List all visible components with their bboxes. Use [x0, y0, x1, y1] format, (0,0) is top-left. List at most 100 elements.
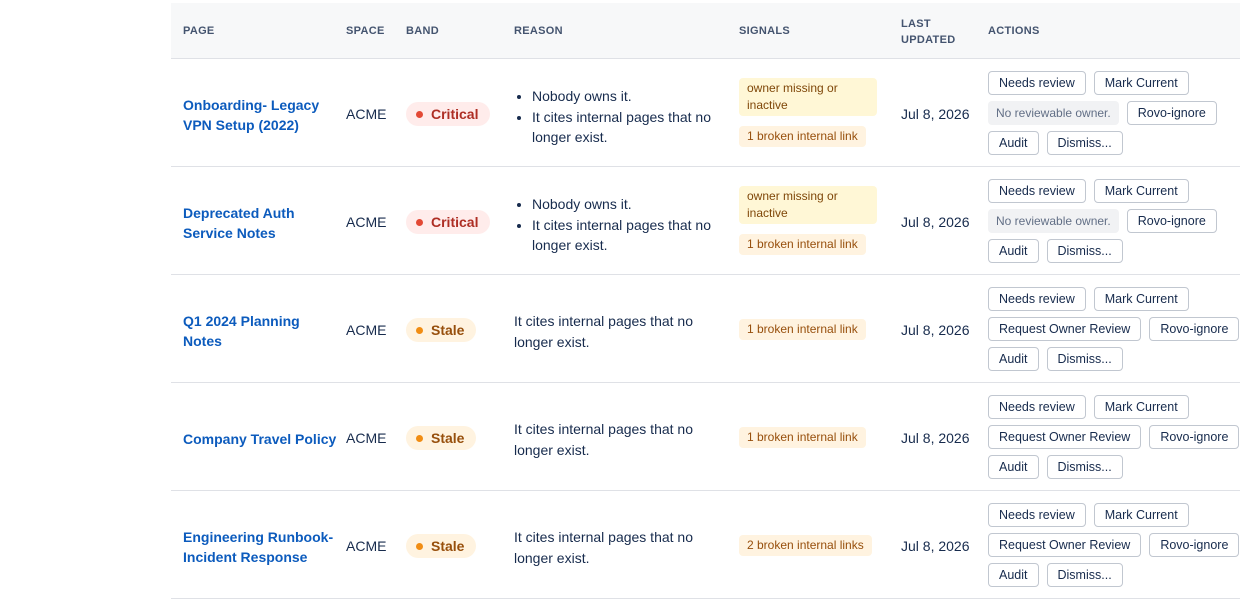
- table-row: Deprecated Auth Service Notes ACME Criti…: [171, 167, 1240, 275]
- table-row: Onboarding- Legacy VPN Setup (2022) ACME…: [171, 59, 1240, 167]
- page-title-line2: Incident Response: [183, 549, 308, 565]
- column-header-last-updated[interactable]: LAST UPDATED: [901, 16, 955, 48]
- table-header: PAGE SPACE BAND REASON SIGNALS LAST UPDA…: [171, 3, 1240, 59]
- page-title-line2: Service Notes: [183, 225, 276, 241]
- page-link[interactable]: Company Travel Policy: [183, 429, 343, 449]
- page-title-line1: Q1 2024 Planning: [183, 313, 300, 329]
- signal-broken-links: 1 broken internal link: [739, 427, 866, 448]
- actions-cell: Needs review Mark Current Request Owner …: [988, 503, 1240, 593]
- signal-owner-missing: owner missing or inactive: [739, 186, 877, 224]
- space-cell: ACME: [346, 538, 387, 554]
- column-header-reason[interactable]: REASON: [514, 25, 563, 37]
- column-header-last-updated-line1: LAST: [901, 18, 931, 30]
- mark-current-button[interactable]: Mark Current: [1093, 71, 1189, 95]
- audit-button[interactable]: Audit: [988, 347, 1039, 371]
- space-cell: ACME: [346, 322, 387, 338]
- needs-review-button[interactable]: Needs review: [988, 287, 1086, 311]
- page-link[interactable]: Engineering Runbook- Incident Response: [183, 527, 343, 567]
- signal-broken-links: 1 broken internal link: [739, 319, 866, 340]
- reason-item: It cites internal pages that no longer e…: [532, 107, 724, 148]
- request-owner-review-button[interactable]: Request Owner Review: [988, 533, 1142, 557]
- audit-button[interactable]: Audit: [988, 455, 1039, 479]
- signals-cell: 1 broken internal link: [739, 319, 881, 350]
- mark-current-button[interactable]: Mark Current: [1093, 395, 1189, 419]
- band-badge-stale: Stale: [406, 426, 477, 450]
- rovo-ignore-button[interactable]: Rovo-ignore: [1149, 533, 1240, 557]
- needs-review-button[interactable]: Needs review: [988, 179, 1086, 203]
- request-owner-review-button[interactable]: Request Owner Review: [988, 425, 1142, 449]
- page-title-line1: Engineering Runbook-: [183, 529, 334, 545]
- page-link[interactable]: Q1 2024 Planning Notes: [183, 311, 333, 351]
- audit-button[interactable]: Audit: [988, 563, 1039, 587]
- band-label: Critical: [431, 214, 479, 230]
- needs-review-button[interactable]: Needs review: [988, 395, 1086, 419]
- no-reviewable-owner-note: No reviewable owner.: [988, 101, 1119, 125]
- reason-cell: It cites internal pages that no longer e…: [514, 529, 693, 566]
- mark-current-button[interactable]: Mark Current: [1093, 179, 1189, 203]
- signals-cell: 1 broken internal link: [739, 427, 881, 458]
- actions-cell: Needs review Mark Current No reviewable …: [988, 71, 1240, 161]
- actions-cell: Needs review Mark Current No reviewable …: [988, 179, 1240, 269]
- rovo-ignore-button[interactable]: Rovo-ignore: [1126, 209, 1217, 233]
- rovo-ignore-button[interactable]: Rovo-ignore: [1126, 101, 1217, 125]
- column-header-actions: ACTIONS: [988, 25, 1040, 37]
- needs-review-button[interactable]: Needs review: [988, 503, 1086, 527]
- dismiss-button[interactable]: Dismiss...: [1046, 455, 1123, 479]
- reason-cell: Nobody owns it. It cites internal pages …: [514, 194, 724, 256]
- reason-cell: It cites internal pages that no longer e…: [514, 313, 693, 350]
- audit-button[interactable]: Audit: [988, 131, 1039, 155]
- signal-broken-links: 1 broken internal link: [739, 234, 866, 255]
- band-badge-critical: Critical: [406, 210, 491, 234]
- reason-cell: Nobody owns it. It cites internal pages …: [514, 86, 724, 148]
- band-label: Stale: [431, 430, 465, 446]
- last-updated-cell: Jul 8, 2026: [901, 430, 970, 446]
- dismiss-button[interactable]: Dismiss...: [1046, 239, 1123, 263]
- reason-item: Nobody owns it.: [532, 194, 724, 215]
- stale-pages-table: PAGE SPACE BAND REASON SIGNALS LAST UPDA…: [171, 3, 1240, 599]
- status-dot-icon: [416, 542, 423, 550]
- audit-button[interactable]: Audit: [988, 239, 1039, 263]
- page-title-line2: Notes: [183, 333, 222, 349]
- reason-list: Nobody owns it. It cites internal pages …: [514, 86, 724, 148]
- page-title-line1: Company Travel Policy: [183, 431, 337, 447]
- column-header-page[interactable]: PAGE: [183, 25, 215, 37]
- band-label: Stale: [431, 538, 465, 554]
- mark-current-button[interactable]: Mark Current: [1093, 287, 1189, 311]
- status-dot-icon: [416, 218, 423, 226]
- actions-cell: Needs review Mark Current Request Owner …: [988, 395, 1240, 485]
- table-row: Company Travel Policy ACME Stale It cite…: [171, 383, 1240, 491]
- page-title-line2: VPN Setup (2022): [183, 117, 299, 133]
- last-updated-cell: Jul 8, 2026: [901, 214, 970, 230]
- rovo-ignore-button[interactable]: Rovo-ignore: [1149, 425, 1240, 449]
- column-header-signals[interactable]: SIGNALS: [739, 25, 790, 37]
- band-label: Stale: [431, 322, 465, 338]
- request-owner-review-button[interactable]: Request Owner Review: [988, 317, 1142, 341]
- page-title-line1: Onboarding- Legacy: [183, 97, 320, 113]
- dismiss-button[interactable]: Dismiss...: [1046, 563, 1123, 587]
- reason-item: It cites internal pages that no longer e…: [532, 215, 724, 256]
- mark-current-button[interactable]: Mark Current: [1093, 503, 1189, 527]
- page-link[interactable]: Onboarding- Legacy VPN Setup (2022): [183, 95, 333, 135]
- dismiss-button[interactable]: Dismiss...: [1046, 131, 1123, 155]
- reason-item: Nobody owns it.: [532, 86, 724, 107]
- column-header-band[interactable]: BAND: [406, 25, 439, 37]
- actions-cell: Needs review Mark Current Request Owner …: [988, 287, 1240, 377]
- table-row: Engineering Runbook- Incident Response A…: [171, 491, 1240, 599]
- needs-review-button[interactable]: Needs review: [988, 71, 1086, 95]
- column-header-last-updated-line2: UPDATED: [901, 34, 956, 46]
- dismiss-button[interactable]: Dismiss...: [1046, 347, 1123, 371]
- band-label: Critical: [431, 106, 479, 122]
- reason-list: Nobody owns it. It cites internal pages …: [514, 194, 724, 256]
- space-cell: ACME: [346, 430, 387, 446]
- rovo-ignore-button[interactable]: Rovo-ignore: [1149, 317, 1240, 341]
- page-title-line1: Deprecated Auth: [183, 205, 295, 221]
- status-dot-icon: [416, 326, 423, 334]
- signal-broken-links: 2 broken internal links: [739, 535, 872, 556]
- band-badge-stale: Stale: [406, 318, 477, 342]
- reason-cell: It cites internal pages that no longer e…: [514, 421, 693, 458]
- status-dot-icon: [416, 434, 423, 442]
- page-link[interactable]: Deprecated Auth Service Notes: [183, 203, 333, 243]
- band-badge-stale: Stale: [406, 534, 477, 558]
- column-header-space[interactable]: SPACE: [346, 25, 385, 37]
- band-badge-critical: Critical: [406, 102, 491, 126]
